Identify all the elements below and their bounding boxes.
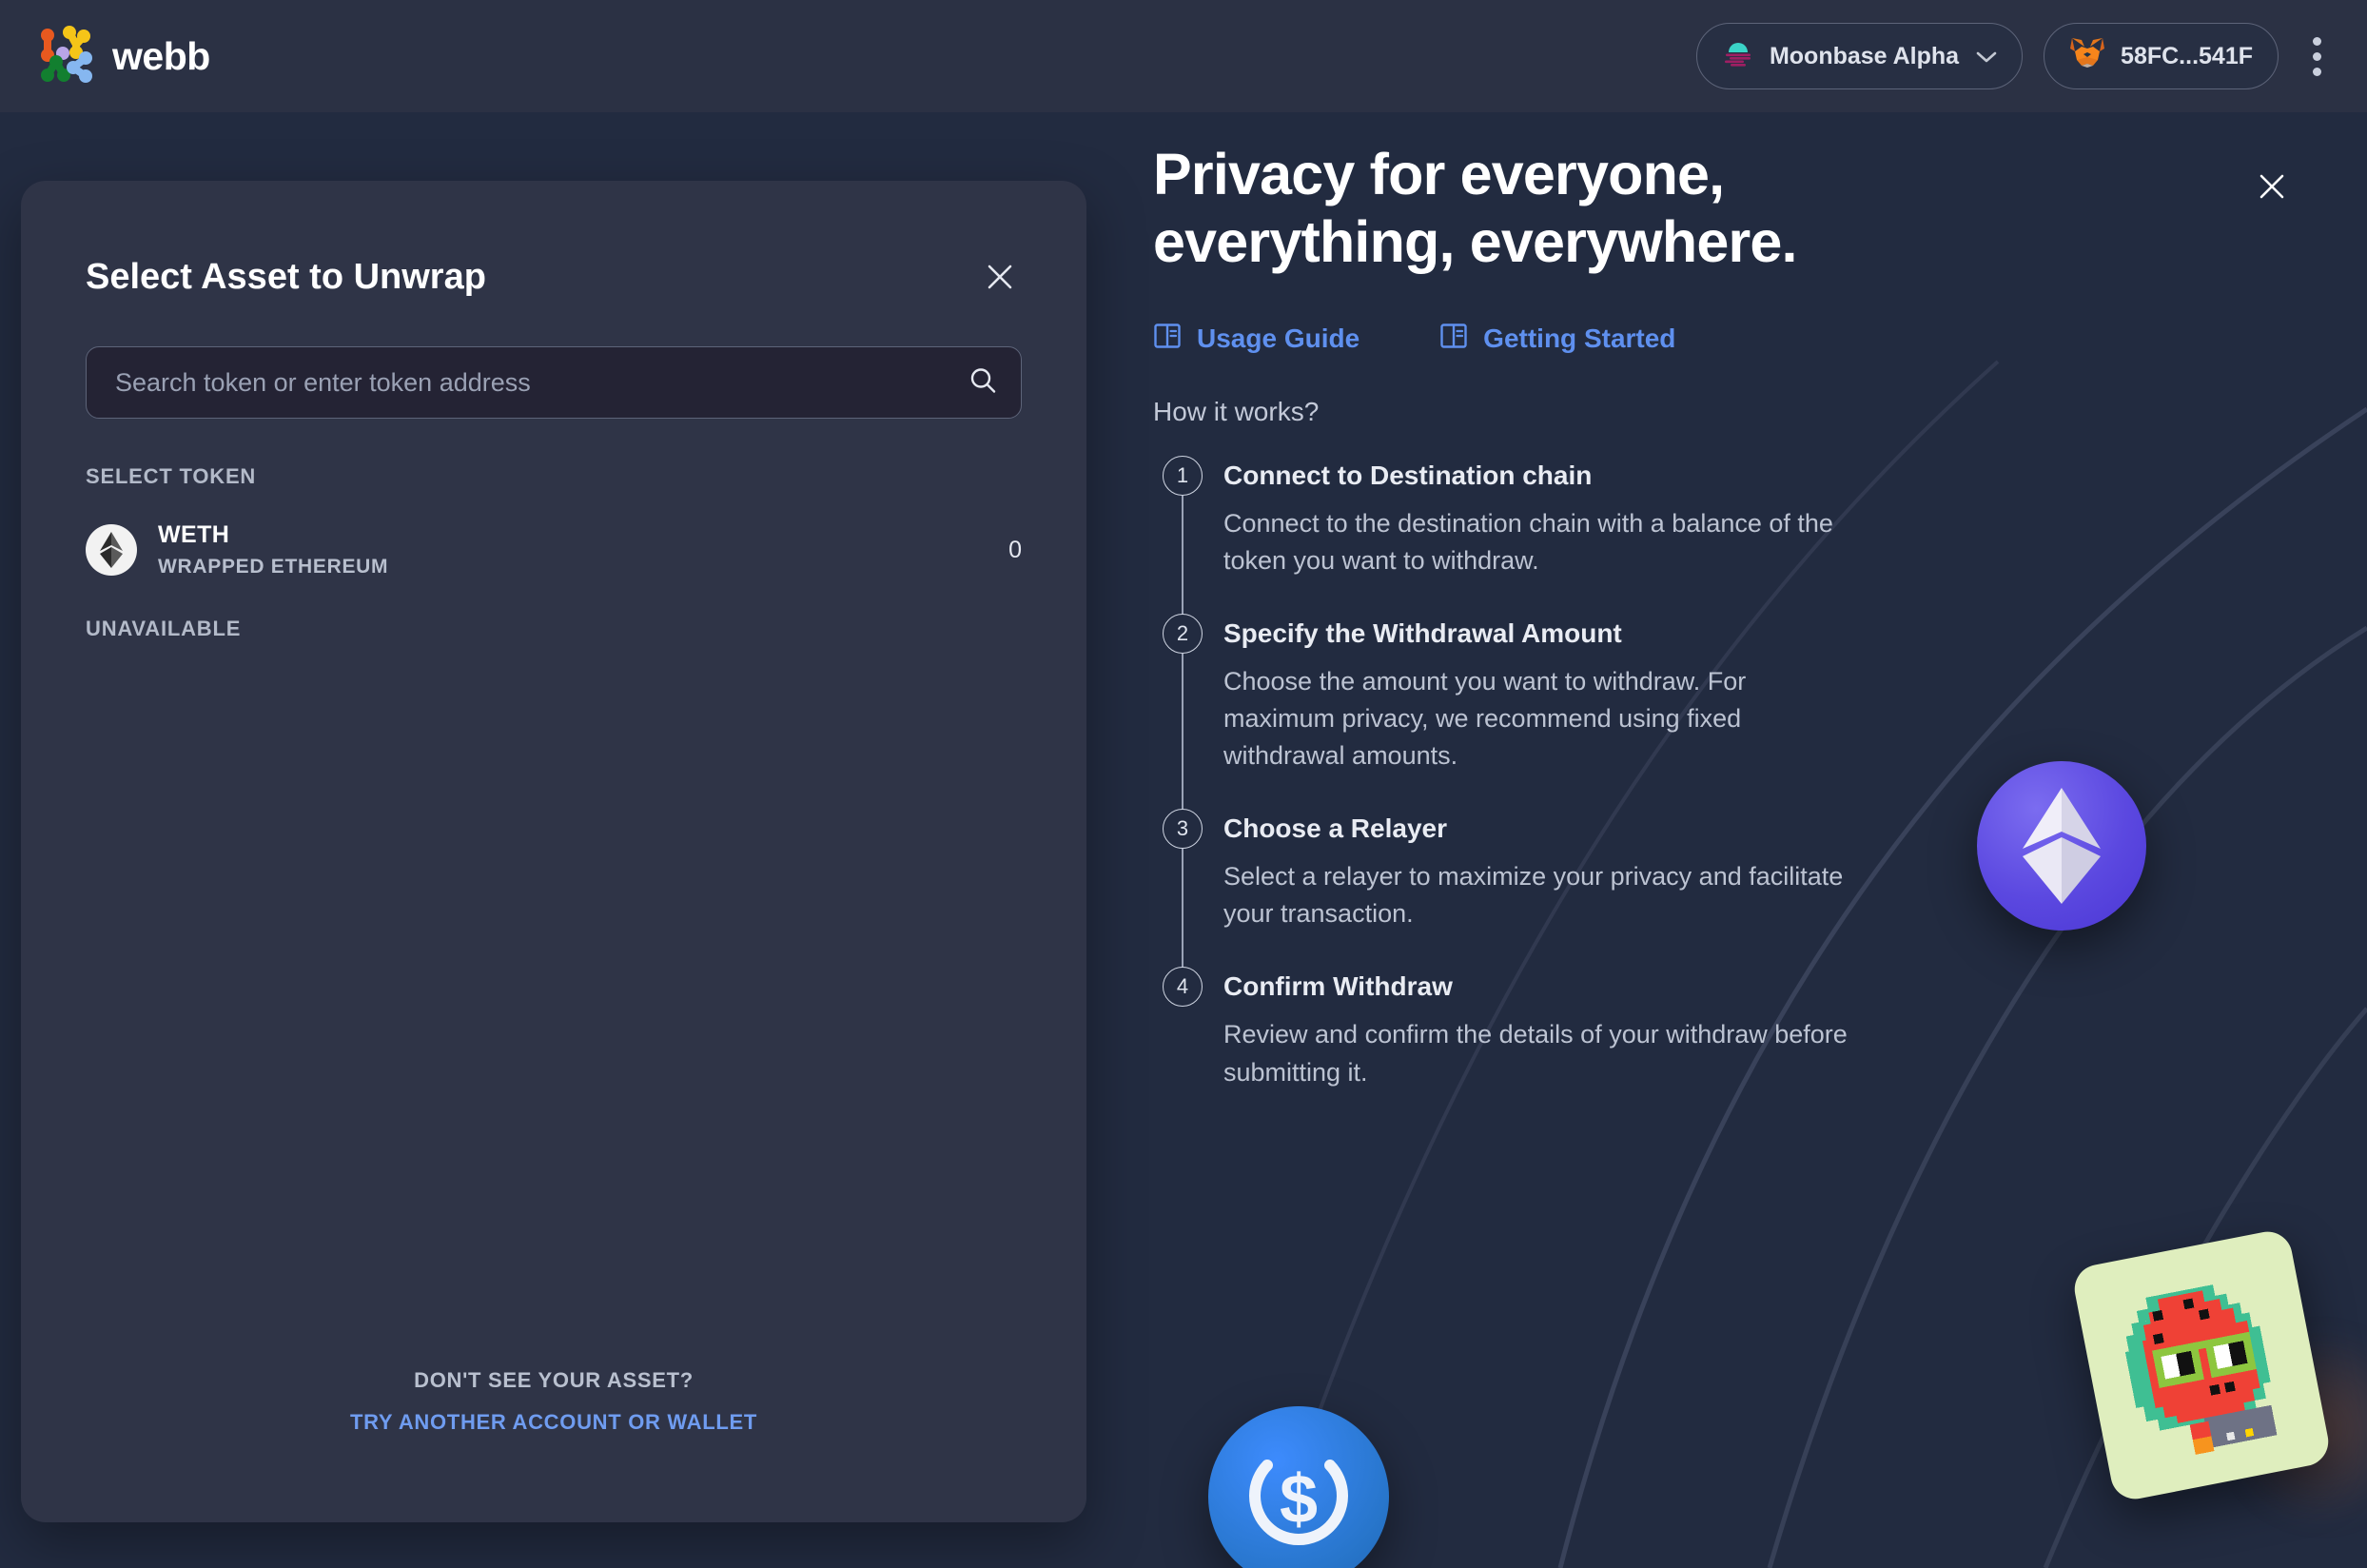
step-title: Specify the Withdrawal Amount	[1223, 617, 1622, 648]
step-number: 1	[1163, 455, 1203, 496]
modal-footer: Don't see your asset? Try another accoun…	[21, 1368, 1086, 1522]
brand-logo[interactable]: webb	[38, 25, 210, 88]
webb-logo-icon	[38, 25, 93, 88]
app-header: webb Moonbase Alpha 58FC...541F	[0, 0, 2367, 112]
list-item: 3 Choose a Relayer Select a relayer to m…	[1153, 809, 2310, 985]
getting-started-link[interactable]: Getting Started	[1439, 322, 1675, 357]
step-description: Review and confirm the details of your w…	[1223, 1020, 1848, 1087]
network-selector[interactable]: Moonbase Alpha	[1695, 23, 2024, 89]
token-list-section: Select Token WETH Wrapped Ethereum	[21, 419, 1086, 641]
token-info: WETH Wrapped Ethereum	[158, 521, 388, 578]
kebab-menu-icon[interactable]	[2299, 26, 2335, 88]
step-number: 3	[1163, 809, 1203, 850]
modal-title: Select Asset to Unwrap	[86, 256, 486, 297]
token-balance: 0	[1008, 536, 1022, 563]
no-asset-question: Don't see your asset?	[414, 1368, 694, 1392]
modal-header: Select Asset to Unwrap	[21, 181, 1086, 299]
unavailable-label: Unavailable	[86, 617, 242, 640]
list-item: 4 Confirm Withdraw Review and confirm th…	[1153, 967, 2310, 1111]
token-search	[86, 346, 1022, 419]
doc-links: Usage Guide Getting Started	[1153, 322, 2310, 357]
usage-guide-label: Usage Guide	[1197, 323, 1360, 353]
hero-line-1: Privacy for everyone,	[1153, 142, 1725, 206]
token-name: Wrapped Ethereum	[158, 556, 389, 578]
step-description: Connect to the destination chain with a …	[1223, 508, 1833, 575]
network-label: Moonbase Alpha	[1769, 42, 1960, 69]
close-icon[interactable]	[2249, 164, 2295, 209]
page-title: Privacy for everyone, everything, everyw…	[1153, 141, 2009, 276]
wallet-address-label: 58FC...541F	[2121, 42, 2253, 69]
step-number: 2	[1163, 613, 1203, 654]
select-asset-modal: Select Asset to Unwrap Select Token	[21, 181, 1086, 1522]
ethereum-token-icon	[86, 524, 137, 576]
app-root: $ webb Moonbase Alpha 58FC...541F Select…	[0, 0, 2367, 1568]
list-item: 1 Connect to Destination chain Connect t…	[1153, 455, 2310, 631]
main-content: Select Asset to Unwrap Select Token	[0, 112, 2367, 1568]
moonbeam-network-icon	[1722, 37, 1754, 76]
search-input[interactable]	[86, 346, 1022, 419]
close-icon[interactable]	[978, 255, 1022, 299]
step-connector	[1182, 849, 1184, 985]
usage-guide-link[interactable]: Usage Guide	[1153, 322, 1360, 357]
book-icon	[1153, 322, 1182, 357]
chevron-down-icon	[1976, 43, 1997, 70]
how-it-works-title: How it works?	[1153, 396, 1320, 426]
step-title: Connect to Destination chain	[1223, 460, 1593, 490]
how-it-works-steps: 1 Connect to Destination chain Connect t…	[1153, 455, 2310, 1112]
step-connector	[1182, 495, 1184, 631]
token-symbol: WETH	[158, 521, 230, 548]
list-item: 2 Specify the Withdrawal Amount Choose t…	[1153, 613, 2310, 827]
select-token-label: Select Token	[86, 464, 257, 488]
try-another-account-link[interactable]: Try another account or wallet	[350, 1410, 757, 1435]
book-icon	[1439, 322, 1468, 357]
step-description: Select a relayer to maximize your privac…	[1223, 862, 1844, 929]
wallet-account-button[interactable]: 58FC...541F	[2044, 23, 2279, 89]
step-connector	[1182, 653, 1184, 827]
step-number: 4	[1163, 967, 1203, 1008]
step-title: Choose a Relayer	[1223, 813, 1447, 844]
list-item[interactable]: WETH Wrapped Ethereum 0	[86, 521, 1022, 578]
step-title: Confirm Withdraw	[1223, 971, 1453, 1002]
hero-line-2: everything, everywhere.	[1153, 208, 1797, 274]
info-panel: Privacy for everyone, everything, everyw…	[1153, 141, 2310, 1112]
brand-name: webb	[112, 33, 210, 78]
getting-started-label: Getting Started	[1483, 323, 1676, 353]
step-description: Choose the amount you want to withdraw. …	[1223, 666, 1747, 771]
header-actions: Moonbase Alpha 58FC...541F	[1695, 23, 2335, 89]
metamask-fox-icon	[2069, 36, 2105, 77]
